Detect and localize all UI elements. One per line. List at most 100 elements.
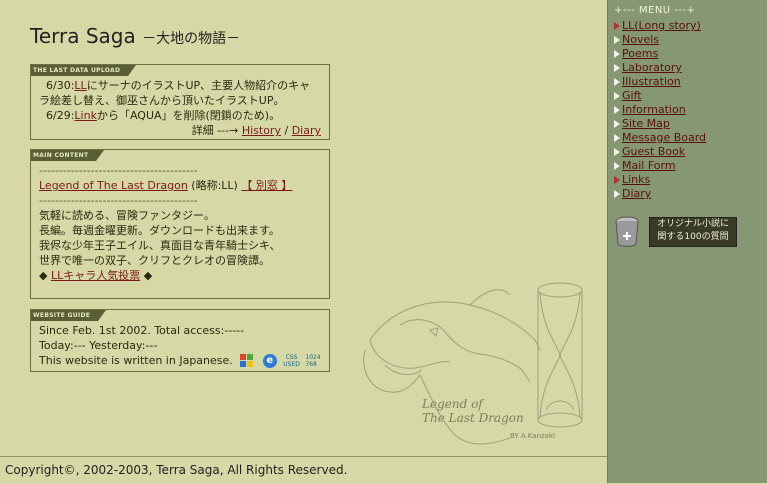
triangle-right-icon xyxy=(614,162,620,170)
main-content-box: MAIN CONTENT ---------------------------… xyxy=(30,149,330,299)
upload-date-2: 6/29: xyxy=(46,109,75,122)
sidebar-item-label[interactable]: Guest Book xyxy=(622,145,685,158)
upload-text-2: から「AQUA」を削除(閉鎖のため)。 xyxy=(96,109,281,122)
menu-title: +--- MENU ---+ xyxy=(614,5,696,16)
history-link[interactable]: History xyxy=(242,124,281,137)
guide-body: Since Feb. 1st 2002. Total access:----- … xyxy=(31,321,329,371)
story-desc-3: 我侭な少年王子エイル、真面目な青年騎士シキ、 xyxy=(39,239,281,252)
sidebar-item-illustration[interactable]: Illustration xyxy=(614,75,706,89)
sidebar-item-label[interactable]: Laboratory xyxy=(622,61,682,74)
sidebar-item-label[interactable]: LL(Long story) xyxy=(622,19,701,32)
content-body: ----------------------------------------… xyxy=(31,161,329,286)
detail-row: 詳細 ---→ History / Diary xyxy=(39,123,321,138)
sidebar-item-label[interactable]: Message Board xyxy=(622,131,706,144)
vote-row: ◆ LLキャラ人気投票 ◆ xyxy=(39,268,321,283)
sidebar-item-label[interactable]: Mail Form xyxy=(622,159,676,172)
access-counter: Since Feb. 1st 2002. Total access:----- xyxy=(39,324,245,337)
upload-date-1: 6/30: xyxy=(46,79,75,92)
sidebar-item-guest-book[interactable]: Guest Book xyxy=(614,145,706,159)
triangle-right-icon xyxy=(614,64,620,72)
ie-browser-icon: e xyxy=(262,354,277,368)
sidebar-item-message-board[interactable]: Message Board xyxy=(614,131,706,145)
triangle-right-icon xyxy=(614,22,620,30)
story-desc-1: 気軽に読める、冒険ファンタジー。 xyxy=(39,209,215,222)
banner-line-1: オリジナル小説に xyxy=(656,219,729,229)
trash-can-icon xyxy=(615,216,639,247)
sidebar-item-label[interactable]: Poems xyxy=(622,47,658,60)
main-content-area: Terra Saga －大地の物語－ THE LAST DATA UPLOAD … xyxy=(0,0,607,483)
diamond-icon: ◆ xyxy=(143,269,153,282)
upload-entry-1: 6/30:LLにサーナのイラストUP、主要人物紹介のキャラ絵差し替え、御巫さんか… xyxy=(39,78,321,108)
dash-divider: ---------------------------------------- xyxy=(39,164,198,177)
illustration-caption-2: The Last Dragon xyxy=(422,411,524,425)
100-questions-banner[interactable]: オリジナル小説に 関する100の質問 xyxy=(614,214,740,250)
triangle-right-icon xyxy=(614,106,620,114)
detail-separator: / xyxy=(284,124,289,137)
link-page-link[interactable]: Link xyxy=(74,109,97,122)
upload-body: 6/30:LLにサーナのイラストUP、主要人物紹介のキャラ絵差し替え、御巫さんか… xyxy=(31,76,329,141)
triangle-right-icon xyxy=(614,92,620,100)
ll-link[interactable]: LL xyxy=(74,79,86,92)
language-note: This website is written in Japanese. xyxy=(39,354,233,367)
sidebar-item-site-map[interactable]: Site Map xyxy=(614,117,706,131)
sidebar-item-links[interactable]: Links xyxy=(614,173,706,187)
banner-text: オリジナル小説に 関する100の質問 xyxy=(649,217,737,247)
site-title-text: Terra Saga xyxy=(30,24,136,48)
sidebar-item-label[interactable]: Diary xyxy=(622,187,651,200)
box-heading-tab: MAIN CONTENT xyxy=(31,150,105,161)
new-window-link[interactable]: 【 別窓 】 xyxy=(241,179,292,192)
story-link[interactable]: Legend of The Last Dragon xyxy=(39,179,188,192)
sidebar-item-label[interactable]: Information xyxy=(622,103,686,116)
triangle-right-icon xyxy=(614,176,620,184)
sidebar-item-label[interactable]: Links xyxy=(622,173,650,186)
sidebar-item-label[interactable]: Novels xyxy=(622,33,659,46)
website-guide-box: WEBSITE GUIDE Since Feb. 1st 2002. Total… xyxy=(30,309,330,372)
banner-line-2: 関する100の質問 xyxy=(657,232,729,242)
resolution-badge: 1024 768 xyxy=(305,354,320,368)
diary-link[interactable]: Diary xyxy=(292,124,321,137)
story-desc-2: 長編。毎週金曜更新。ダウンロードも出来ます。 xyxy=(39,224,280,237)
box-heading-tab: WEBSITE GUIDE xyxy=(31,310,107,321)
language-row: This website is written in Japanese. e C… xyxy=(39,353,321,368)
res-badge-line1: 1024 xyxy=(305,354,321,361)
vote-link[interactable]: LLキャラ人気投票 xyxy=(51,269,140,282)
sidebar-item-label[interactable]: Site Map xyxy=(622,117,670,130)
detail-label: 詳細 ---→ xyxy=(191,124,239,137)
triangle-right-icon xyxy=(614,50,620,58)
triangle-right-icon xyxy=(614,120,620,128)
sidebar-item-gift[interactable]: Gift xyxy=(614,89,706,103)
box-heading-tab: THE LAST DATA UPLOAD xyxy=(31,65,137,76)
css-used-badge: CSS USED xyxy=(283,354,300,368)
illustration-caption-1: Legend of xyxy=(421,397,485,411)
sidebar-item-diary[interactable]: Diary xyxy=(614,187,706,201)
box-header: THE LAST DATA UPLOAD xyxy=(31,65,329,76)
triangle-right-icon xyxy=(614,134,620,142)
sidebar-item-ll[interactable]: LL(Long story) xyxy=(614,19,706,33)
page-title: Terra Saga －大地の物語－ xyxy=(30,24,240,48)
sidebar-item-label[interactable]: Illustration xyxy=(622,75,681,88)
dash-divider-2: ---------------------------------------- xyxy=(39,194,198,207)
windows-icon xyxy=(240,354,256,368)
diamond-icon: ◆ xyxy=(39,269,48,282)
box-header: MAIN CONTENT xyxy=(31,150,329,161)
sidebar-item-laboratory[interactable]: Laboratory xyxy=(614,61,706,75)
story-desc-4: 世界で唯一の双子、クリフとクレオの冒険譚。 xyxy=(39,254,270,267)
css-badge-line1: CSS xyxy=(285,354,298,361)
story-abbr: (略称:LL) xyxy=(191,179,238,192)
copyright-footer: Copyright©, 2002-2003, Terra Saga, All R… xyxy=(0,456,607,483)
dragon-illustration: Legend of The Last Dragon BY A.Kanzaki xyxy=(363,282,583,445)
illustration-signature: BY A.Kanzaki xyxy=(510,432,555,440)
sidebar-item-novels[interactable]: Novels xyxy=(614,33,706,47)
triangle-right-icon xyxy=(614,190,620,198)
sidebar-item-poems[interactable]: Poems xyxy=(614,47,706,61)
sidebar-item-information[interactable]: Information xyxy=(614,103,706,117)
story-row: Legend of The Last Dragon (略称:LL) 【 別窓 】 xyxy=(39,178,321,193)
triangle-right-icon xyxy=(614,148,620,156)
sidebar-item-label[interactable]: Gift xyxy=(622,89,642,102)
last-upload-box: THE LAST DATA UPLOAD 6/30:LLにサーナのイラストUP、… xyxy=(30,64,330,140)
css-badge-line2: USED xyxy=(283,361,300,368)
sidebar-item-mail-form[interactable]: Mail Form xyxy=(614,159,706,173)
site-subtitle: －大地の物語－ xyxy=(142,31,241,47)
res-badge-line2: 768 xyxy=(305,361,317,368)
sidebar-menu: LL(Long story) Novels Poems Laboratory I… xyxy=(614,19,706,201)
